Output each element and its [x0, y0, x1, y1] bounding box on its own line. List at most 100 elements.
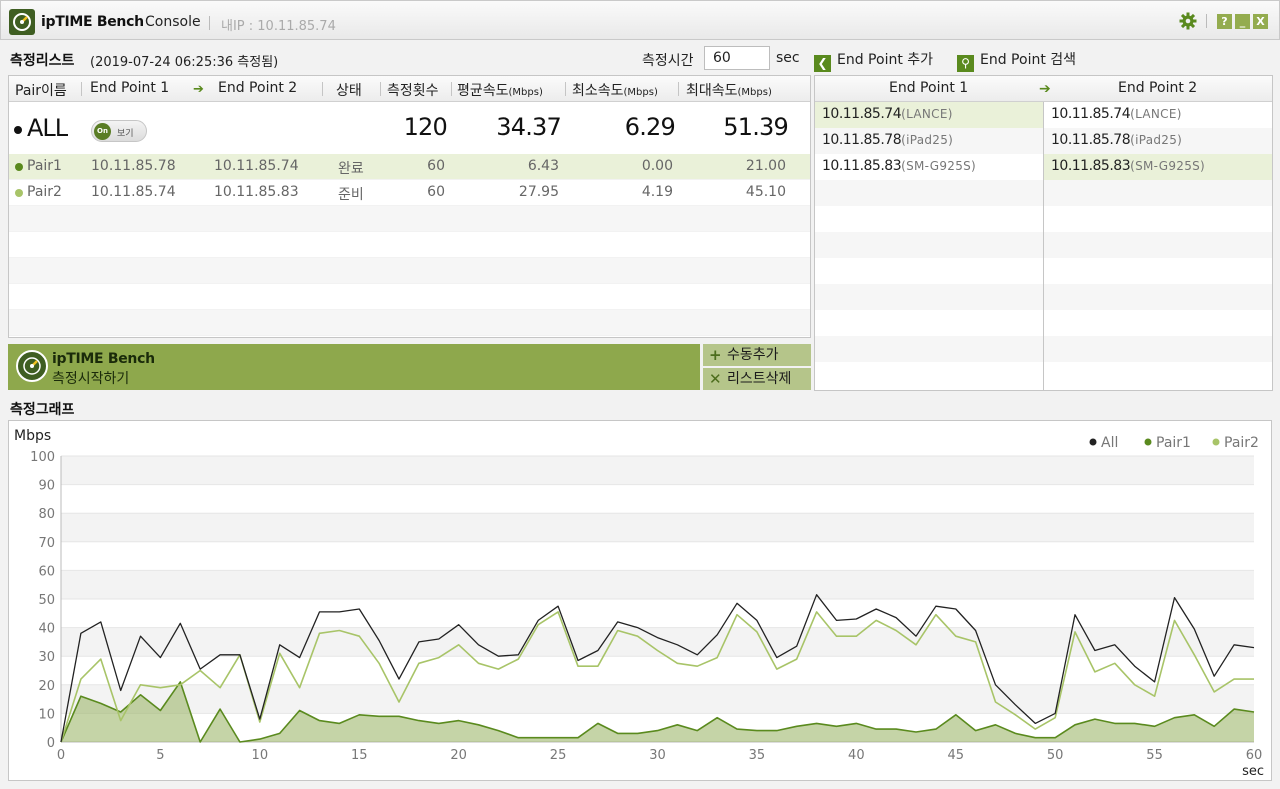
col-unit: (Mbps)	[623, 87, 658, 98]
list-item[interactable]: 10.11.85.78(iPad25)	[815, 128, 1043, 154]
x-tick-label: 30	[649, 748, 666, 763]
table-row[interactable]: Pair2 10.11.85.74 10.11.85.83 준비 60 27.9…	[9, 180, 810, 206]
y-tick-label: 90	[38, 479, 55, 494]
all-count: 120	[403, 113, 448, 141]
x-tick-label: 25	[550, 748, 567, 763]
col-divider	[81, 82, 82, 96]
endpoint-name: (iPad25)	[1130, 133, 1183, 147]
ep-col1-header: End Point 1	[889, 80, 969, 96]
x-tick-label: 0	[57, 748, 65, 763]
endpoint-name: (LANCE)	[901, 107, 953, 121]
empty-row	[815, 310, 1043, 336]
manual-add-button[interactable]: + 수동추가	[703, 344, 811, 366]
delete-list-button[interactable]: ✕ 리스트삭제	[703, 368, 811, 390]
legend-label-pair1: Pair1	[1156, 435, 1191, 451]
list-item[interactable]: 10.11.85.78(iPad25)	[1044, 128, 1272, 154]
start-subtitle: 측정시작하기	[52, 371, 130, 387]
minimize-button[interactable]: _	[1235, 14, 1250, 29]
all-summary-row[interactable]: ALL On 보기 120 34.37 6.29 51.39	[9, 103, 810, 155]
series-line-all	[60, 594, 1255, 743]
empty-row	[1044, 258, 1272, 284]
pair-avg: 27.95	[518, 184, 559, 200]
graph-title: 측정그래프	[10, 402, 75, 418]
close-button[interactable]: X	[1253, 14, 1268, 29]
pair-endpoint1: 10.11.85.74	[91, 184, 176, 200]
endpoint-name: (iPad25)	[901, 133, 954, 147]
y-tick-label: 20	[38, 679, 55, 694]
view-toggle[interactable]: On 보기	[91, 120, 147, 142]
search-endpoint-button[interactable]: ⚲ End Point 검색	[957, 49, 1076, 72]
empty-row	[815, 232, 1043, 258]
col-divider	[322, 82, 323, 96]
legend-label-all: All	[1101, 435, 1118, 451]
all-series-dot	[14, 126, 22, 134]
pair-max: 45.10	[745, 184, 786, 200]
empty-row	[815, 284, 1043, 310]
endpoint-entry: 10.11.85.74(LANCE)	[822, 106, 953, 122]
pair-min: 0.00	[641, 158, 673, 174]
ep-col2-header: End Point 2	[1118, 80, 1198, 96]
delete-list-label: 리스트삭제	[727, 371, 792, 387]
col-divider	[678, 82, 679, 96]
table-row[interactable]: Pair1 10.11.85.78 10.11.85.74 완료 60 6.43…	[9, 154, 810, 180]
x-tick-label: 20	[450, 748, 467, 763]
x-tick-label: 50	[1047, 748, 1064, 763]
plus-icon: +	[709, 346, 722, 364]
col-endpoint2[interactable]: End Point 2	[218, 80, 297, 96]
y-tick-label: 50	[38, 593, 55, 608]
search-icon: ⚲	[957, 55, 974, 72]
add-endpoint-button[interactable]: ❮ End Point 추가	[814, 49, 933, 72]
pair-table-header: Pair이름 End Point 1 ➔ End Point 2 상태 측정횟수…	[9, 76, 810, 102]
list-item[interactable]: 10.11.85.83(SM-G925S)	[815, 154, 1043, 180]
all-avg-speed: 34.37	[496, 113, 562, 141]
col-min-speed[interactable]: 최소속도(Mbps)	[572, 80, 658, 100]
col-divider	[380, 82, 381, 96]
x-axis-label: sec	[1242, 764, 1264, 779]
col-min-speed-label: 최소속도	[572, 83, 624, 99]
list-item[interactable]: 10.11.85.74(LANCE)	[1044, 102, 1272, 128]
col-divider	[451, 82, 452, 96]
col-count[interactable]: 측정횟수	[387, 80, 439, 100]
all-min-speed: 6.29	[624, 113, 676, 141]
legend-label-pair2: Pair2	[1224, 435, 1259, 451]
titlebar-divider	[1206, 14, 1207, 28]
start-measurement-button[interactable]: ipTIME Bench 측정시작하기	[8, 344, 700, 390]
x-tick-label: 45	[947, 748, 964, 763]
col-max-speed[interactable]: 최대속도(Mbps)	[686, 80, 772, 100]
help-button[interactable]: ?	[1217, 14, 1232, 29]
endpoint-ip: 10.11.85.74	[822, 106, 902, 122]
throughput-chart: 0 10 20 30 40 50 60 70 80 90 100 0 5 10 15 20 25 30 35 40 45…	[14, 428, 1264, 779]
measure-time-label: 측정시간	[642, 53, 694, 69]
pair-endpoint1: 10.11.85.78	[91, 158, 176, 174]
list-item[interactable]: 10.11.85.83(SM-G925S)	[1044, 154, 1272, 180]
y-tick-label: 70	[38, 536, 55, 551]
all-label: ALL	[27, 114, 68, 142]
grid-band	[61, 684, 1254, 714]
list-item[interactable]: 10.11.85.74(LANCE)	[815, 102, 1043, 128]
endpoint-table-header: End Point 1 ➔ End Point 2	[815, 76, 1272, 102]
endpoint-ip: 10.11.85.74	[1051, 106, 1131, 122]
empty-row	[815, 258, 1043, 284]
title-bar: ipTIME Bench Console 내IP : 10.11.85.74 ?…	[0, 0, 1280, 40]
x-tick-label: 15	[351, 748, 368, 763]
col-pair-name[interactable]: Pair이름	[15, 80, 67, 100]
pair-endpoint2: 10.11.85.83	[214, 184, 299, 200]
x-tick-label: 40	[848, 748, 865, 763]
settings-gear-icon[interactable]	[1179, 12, 1197, 34]
arrow-right-icon: ➔	[1039, 81, 1051, 97]
grid-band	[61, 513, 1254, 542]
start-title: ipTIME Bench	[52, 351, 155, 367]
endpoint-entry: 10.11.85.74(LANCE)	[1051, 106, 1182, 122]
col-endpoint1[interactable]: End Point 1	[90, 80, 169, 96]
endpoint-entry: 10.11.85.83(SM-G925S)	[1051, 158, 1205, 174]
measure-time-unit: sec	[776, 50, 800, 66]
measure-time-input[interactable]	[704, 46, 770, 70]
pair-name: Pair1	[27, 158, 62, 174]
col-status[interactable]: 상태	[336, 80, 362, 100]
col-unit: (Mbps)	[508, 87, 543, 98]
empty-row	[1044, 284, 1272, 310]
x-tick-label: 55	[1146, 748, 1163, 763]
y-tick-label: 100	[30, 450, 55, 465]
title-divider	[209, 16, 210, 30]
col-avg-speed[interactable]: 평균속도(Mbps)	[457, 80, 543, 100]
